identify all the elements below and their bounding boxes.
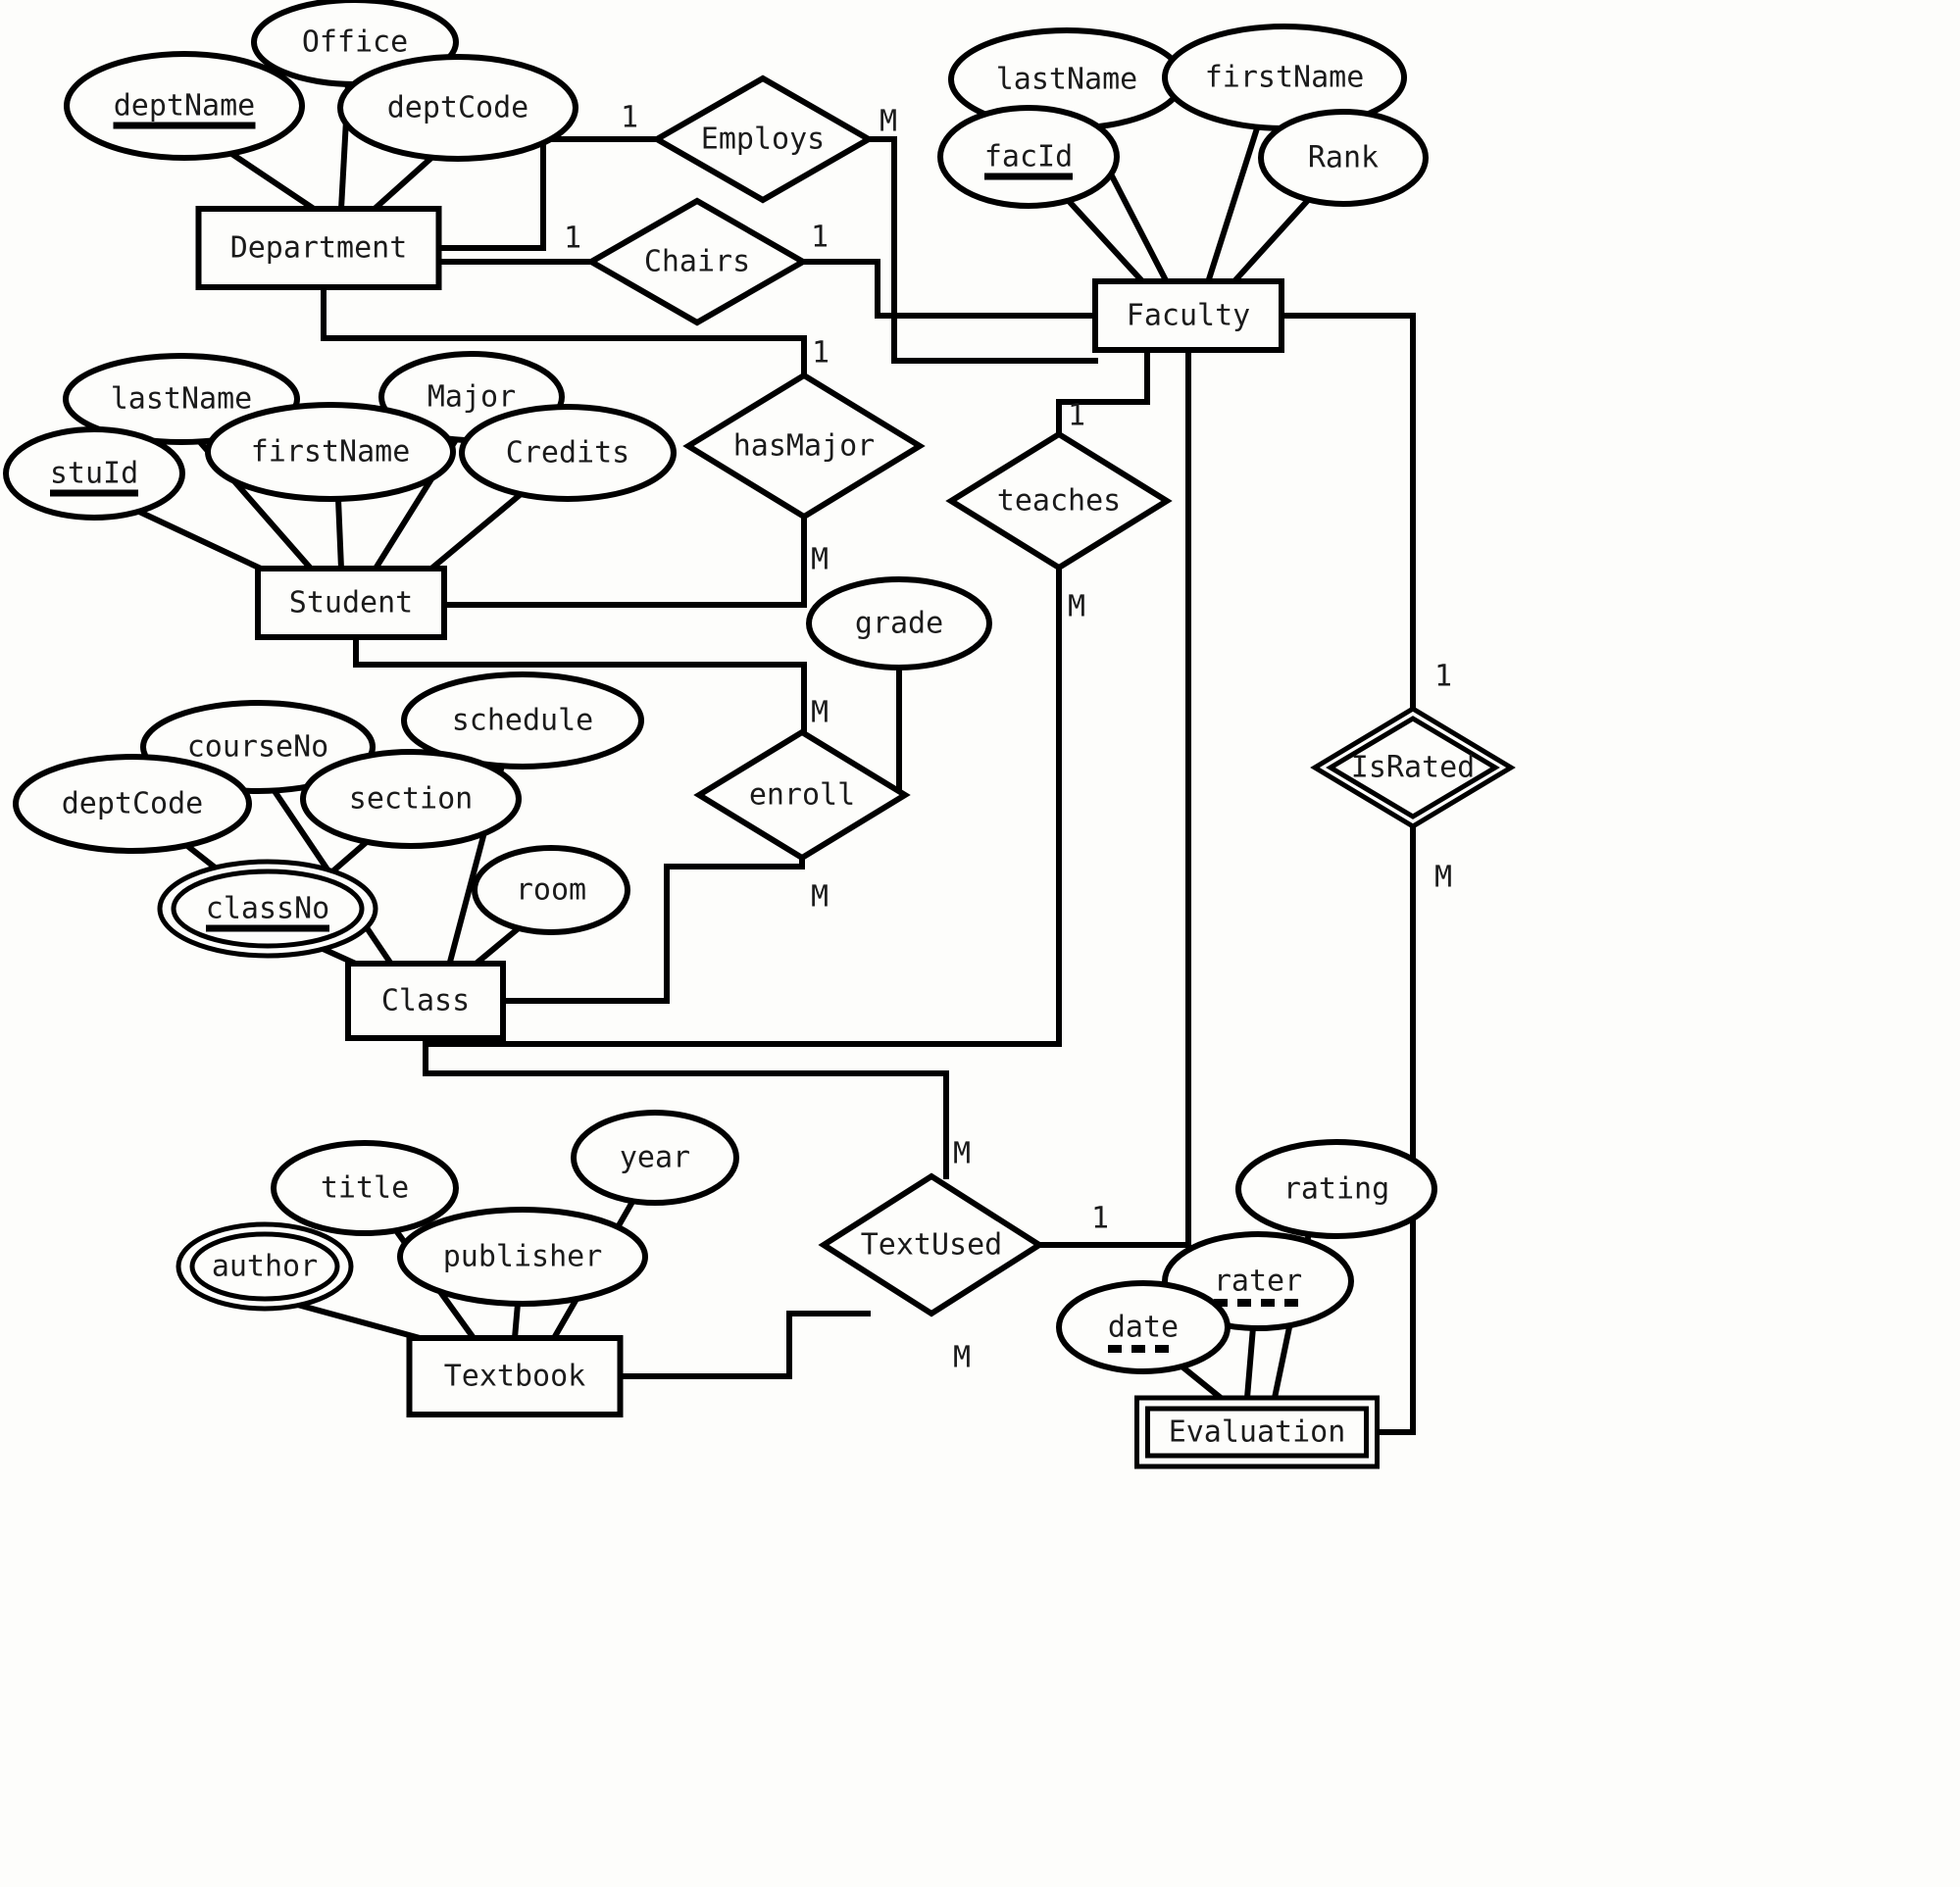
connection-c-chairs-faculty (800, 259, 1098, 319)
connection-c-author-textbook (290, 1300, 424, 1342)
attribute-label-stu-lastname: lastName (110, 381, 253, 417)
attribute-label-ev-rater: rater (1213, 1264, 1303, 1299)
attribute-label-dept-deptname: deptName (113, 88, 256, 124)
attribute-label-fac-firstname: firstName (1204, 60, 1365, 95)
attribute-label-stu-major: Major (427, 379, 517, 415)
entity-label-textbook: Textbook (443, 1359, 586, 1394)
cardinality-card-teaches-1: 1 (1067, 398, 1086, 433)
cardinality-card-hasmajor-1: 1 (811, 335, 830, 371)
connection-c-deptname-department (228, 150, 319, 214)
cardinality-card-enroll-m2: M (810, 879, 829, 915)
cardinality-card-textused-m1: M (952, 1136, 972, 1171)
connection-c-credits-student (427, 490, 525, 573)
connection-c-rater-evaluation (1243, 1323, 1257, 1402)
attribute-label-stu-credits: Credits (505, 435, 630, 471)
attribute-label-fac-facid: facId (983, 139, 1074, 174)
relationship-label-employs: Employs (700, 122, 826, 157)
relationship-label-teaches: teaches (996, 483, 1122, 519)
attribute-label-cls-room: room (515, 872, 587, 908)
relationship-label-israted: IsRated (1350, 750, 1476, 785)
entity-label-faculty: Faculty (1126, 298, 1251, 333)
attribute-label-cls-section: section (348, 781, 474, 817)
attribute-label-cls-schedule: schedule (451, 703, 594, 738)
attribute-label-stu-firstname: firstName (250, 434, 411, 470)
attribute-label-cls-courseno: courseNo (186, 729, 329, 765)
diagram-vector-layer (3, 0, 1516, 1469)
cardinality-card-textused-m2: M (952, 1340, 972, 1375)
connection-c-faculty-israted (1279, 313, 1416, 712)
connection-c-israted-evaluation (1375, 823, 1416, 1435)
cardinality-card-israted-1: 1 (1433, 659, 1453, 694)
entity-label-student: Student (288, 585, 414, 621)
attribute-label-tb-publisher: publisher (442, 1239, 603, 1274)
attribute-label-dept-office: Office (301, 25, 409, 60)
connection-c-firstname-student (334, 495, 345, 572)
er-diagram-canvas: Department Faculty Student Class Textbook Eva… (0, 0, 1960, 1887)
attribute-label-ev-date: date (1107, 1310, 1180, 1345)
cardinality-card-chairs-1a: 1 (563, 221, 582, 256)
attribute-label-cls-classno: classNo (205, 891, 330, 926)
entity-label-evaluation: Evaluation (1168, 1415, 1346, 1450)
attribute-label-enroll-grade: grade (854, 606, 944, 641)
cardinality-card-chairs-1b: 1 (810, 220, 829, 255)
connection-c-room-class (469, 922, 525, 970)
connection-c-deptcode-department (370, 153, 436, 214)
relationship-label-chairs: Chairs (643, 244, 751, 279)
cardinality-card-textused-1: 1 (1090, 1201, 1110, 1236)
connection-c-stuid-student (133, 507, 265, 572)
attribute-label-dept-deptcode: deptCode (386, 90, 529, 125)
connection-c-publisher-textbook (511, 1300, 522, 1342)
attribute-label-tb-title: title (320, 1170, 410, 1206)
attribute-label-tb-author: author (211, 1249, 319, 1284)
connection-c-date-evaluation (1175, 1360, 1226, 1403)
cardinality-card-employs-m: M (879, 104, 898, 139)
cardinality-card-employs-1: 1 (620, 100, 639, 135)
entity-label-department: Department (229, 230, 408, 266)
cardinality-card-enroll-m1: M (810, 695, 829, 730)
cardinality-card-teaches-m: M (1067, 589, 1086, 624)
attribute-label-fac-rank: Rank (1307, 140, 1380, 175)
relationship-label-enroll: enroll (748, 777, 856, 813)
attribute-label-fac-lastname: lastName (995, 62, 1138, 97)
connection-c-textbook-textused (618, 1311, 871, 1379)
attribute-label-tb-year: year (619, 1140, 691, 1175)
attribute-label-cls-deptcode: deptCode (61, 786, 204, 821)
cardinality-card-hasmajor-m: M (810, 542, 829, 577)
attribute-label-stu-stuid: stuId (49, 456, 139, 491)
relationship-label-textused: TextUsed (860, 1227, 1003, 1263)
connection-c-firstname-faculty (1204, 124, 1261, 286)
attribute-label-ev-rating: rating (1282, 1171, 1390, 1207)
connection-c-rank-faculty (1229, 193, 1315, 287)
connection-c-hasmajor-student (441, 514, 807, 608)
entity-label-class: Class (380, 983, 471, 1018)
cardinality-card-israted-m: M (1433, 860, 1453, 895)
relationship-label-hasmajor: hasMajor (732, 428, 876, 464)
